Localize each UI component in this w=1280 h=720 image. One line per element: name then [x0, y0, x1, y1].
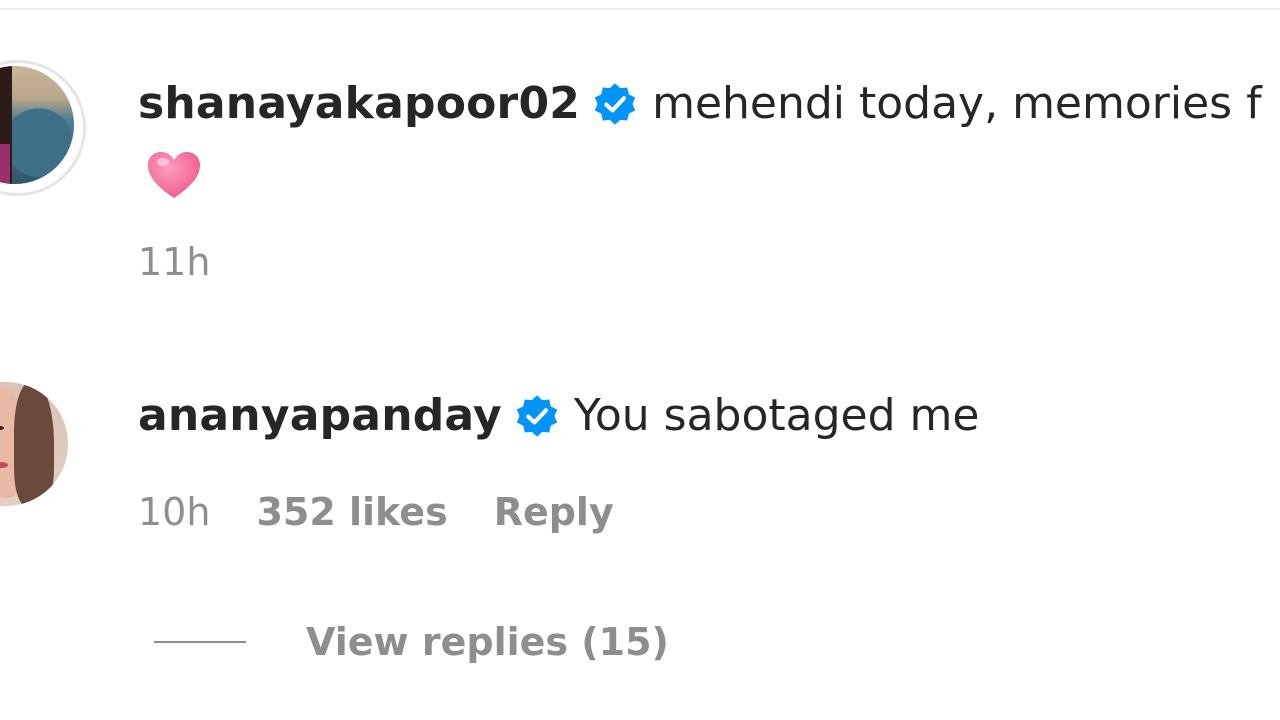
comments-panel: shanayakapoor02 mehendi today, memories …: [0, 0, 1280, 720]
comment-text: You sabotaged me: [573, 390, 980, 441]
avatar-photo-detail: [0, 144, 10, 184]
comment-row: ananyapanday You sabotaged me: [138, 390, 979, 441]
avatar[interactable]: [0, 382, 68, 506]
comment-username-link[interactable]: ananyapanday: [138, 390, 502, 441]
likes-count-button[interactable]: 352 likes: [256, 490, 447, 534]
caption-row: shanayakapoor02 mehendi today, memories …: [138, 78, 1262, 129]
reply-button[interactable]: Reply: [494, 490, 614, 534]
avatar-photo-detail: [14, 382, 54, 506]
verified-badge-icon: [516, 394, 557, 437]
replies-line-divider: [154, 641, 246, 643]
view-replies-label: View replies (15): [306, 620, 669, 664]
caption-username-link[interactable]: shanayakapoor02: [138, 78, 580, 129]
pink-heart-icon: [148, 152, 200, 198]
view-replies-button[interactable]: View replies (15): [154, 620, 669, 664]
comment-meta: 10h 352 likes Reply: [138, 490, 614, 534]
caption-timestamp[interactable]: 11h: [138, 240, 210, 284]
verified-badge-icon: [594, 82, 636, 125]
caption-text: mehendi today, memories f: [652, 78, 1262, 129]
divider: [0, 8, 1280, 10]
comment-timestamp[interactable]: 10h: [138, 490, 210, 534]
caption-meta: 11h: [138, 240, 210, 284]
